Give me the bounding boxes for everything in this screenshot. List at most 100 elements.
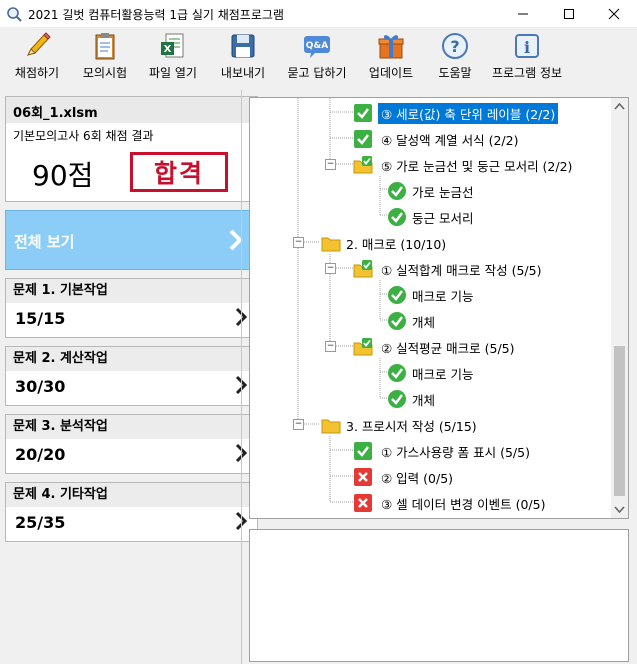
update-label: 업데이트 — [368, 66, 414, 80]
pass-stamp: 합격 — [130, 152, 228, 192]
tree-item[interactable]: ⑤ 가로 눈금선 및 둥근 모서리 (2/2) — [353, 153, 572, 177]
gift-box-icon — [378, 35, 404, 59]
program-info-button[interactable]: i 프로그램 정보 — [489, 31, 565, 83]
problem-2-score: 30/30 — [15, 377, 66, 396]
tree-item[interactable]: ① 실적합계 매크로 작성 (5/5) — [353, 257, 541, 281]
excel-file-icon: X — [161, 33, 184, 58]
scroll-up-icon[interactable] — [611, 98, 628, 115]
expander-minus[interactable]: − — [293, 237, 304, 248]
floppy-disk-icon — [231, 34, 255, 58]
program-info-label: 프로그램 정보 — [491, 66, 563, 80]
tree-item[interactable]: 2. 매크로 (10/10) — [321, 231, 446, 255]
result-card: 06회_1.xlsm 기본모의고사 6회 채점 결과 90점 합격 — [5, 96, 258, 202]
grade-label: 채점하기 — [14, 66, 60, 80]
scroll-thumb[interactable] — [614, 346, 625, 496]
info-icon: i — [515, 34, 539, 58]
tree-item[interactable]: ③ 셀 데이터 변경 이벤트 (0/5) — [353, 491, 545, 515]
scroll-down-icon[interactable] — [611, 501, 628, 518]
tree-item[interactable]: 가로 눈금선 — [387, 179, 473, 203]
update-button[interactable]: 업데이트 — [366, 31, 416, 83]
check-circle-icon — [388, 208, 406, 226]
tree-item[interactable]: 3. 프로시저 작성 (5/15) — [321, 413, 477, 437]
expander-minus[interactable]: − — [325, 159, 336, 170]
svg-text:Q&A: Q&A — [306, 41, 328, 51]
view-all-button[interactable]: 전체 보기 — [5, 210, 258, 270]
problem-2-title: 문제 2. 계산작업 — [6, 347, 257, 371]
problem-3-title: 문제 3. 분석작업 — [6, 415, 257, 439]
close-button[interactable] — [591, 0, 637, 27]
folder-icon — [321, 237, 341, 252]
close-icon — [608, 8, 620, 19]
check-circle-icon — [388, 390, 406, 408]
expander-minus[interactable]: − — [325, 341, 336, 352]
tree-scrollbar[interactable] — [611, 98, 628, 518]
problem-3-score: 20/20 — [15, 445, 66, 464]
x-box-icon — [354, 494, 372, 512]
tree-item-label: 둥근 모서리 — [412, 210, 474, 226]
tree-item[interactable]: 개체 — [387, 387, 435, 411]
expander-minus[interactable]: − — [325, 263, 336, 274]
svg-text:?: ? — [450, 37, 459, 56]
export-button[interactable]: 내보내기 — [218, 31, 268, 83]
tree-item-label: ② 입력 (0/5) — [381, 470, 454, 486]
maximize-icon — [564, 8, 574, 19]
result-description: 기본모의고사 6회 채점 결과 — [13, 129, 154, 143]
help-icon: ? — [442, 33, 468, 59]
qa-bubble-icon: Q&A — [304, 36, 330, 58]
tree-item-label: ⑤ 가로 눈금선 및 둥근 모서리 (2/2) — [381, 158, 573, 174]
tree-item[interactable]: ② 입력 (0/5) — [353, 465, 453, 489]
result-score: 90점 — [32, 159, 94, 192]
maximize-button[interactable] — [546, 0, 592, 27]
tree-item[interactable]: ② 실적평균 매크로 (5/5) — [353, 335, 515, 359]
mock-exam-button[interactable]: 모의시험 — [80, 31, 130, 83]
expander-minus[interactable]: − — [293, 419, 304, 430]
tree-item[interactable]: 둥근 모서리 — [387, 205, 473, 229]
tree-item-label: ② 실적평균 매크로 (5/5) — [381, 340, 515, 356]
folder-icon — [321, 419, 341, 434]
open-file-label: 파일 열기 — [149, 66, 197, 80]
problem-3-card[interactable]: 문제 3. 분석작업 20/20 — [5, 414, 258, 474]
tree-item-label: ① 실적합계 매크로 작성 (5/5) — [381, 262, 542, 278]
problem-2-card[interactable]: 문제 2. 계산작업 30/30 — [5, 346, 258, 406]
check-box-icon — [354, 104, 372, 122]
grade-button[interactable]: 채점하기 — [12, 31, 62, 83]
problem-4-card[interactable]: 문제 4. 기타작업 25/35 — [5, 482, 258, 542]
mock-exam-label: 모의시험 — [82, 66, 128, 80]
view-all-label: 전체 보기 — [14, 233, 75, 251]
problem-1-title: 문제 1. 기본작업 — [6, 279, 257, 303]
tree-item-label: ③ 세로(값) 축 단위 레이블 (2/2) — [378, 102, 559, 124]
minimize-button[interactable] — [500, 0, 546, 27]
tree-item-label: 매크로 기능 — [412, 288, 474, 304]
open-file-button[interactable]: X 파일 열기 — [145, 31, 201, 83]
toolbar: 채점하기 모의시험 X 파일 열기 내보내기 Q&A 묻고 답하기 업데이트 ?… — [0, 27, 637, 85]
tree-item-label: 개체 — [412, 392, 436, 408]
tree-item[interactable]: 매크로 기능 — [387, 283, 473, 307]
tree-item[interactable]: 매크로 기능 — [387, 361, 473, 385]
tree-item[interactable]: ③ 세로(값) 축 단위 레이블 (2/2) — [353, 101, 559, 125]
tree-item-label: ① 가스사용량 폼 표시 (5/5) — [381, 444, 530, 460]
svg-text:i: i — [524, 38, 530, 57]
svg-text:X: X — [164, 44, 172, 55]
help-button[interactable]: ? 도움말 — [433, 31, 477, 83]
app-magnifier-icon — [7, 7, 22, 22]
tree-item-label: ④ 달성액 계열 서식 (2/2) — [381, 132, 519, 148]
folder-check-icon — [353, 156, 373, 174]
pass-stamp-text: 합격 — [153, 159, 204, 188]
tree-item-label: 가로 눈금선 — [412, 184, 474, 200]
tree-item[interactable]: ① 가스사용량 폼 표시 (5/5) — [353, 439, 530, 463]
window-title: 2021 길벗 컴퓨터활용능력 1급 실기 채점프로그램 — [28, 8, 284, 22]
problem-1-card[interactable]: 문제 1. 기본작업 15/15 — [5, 278, 258, 338]
check-circle-icon — [388, 182, 406, 200]
tree-item-label: 개체 — [412, 314, 436, 330]
tree-item[interactable]: ④ 달성액 계열 서식 (2/2) — [353, 127, 518, 151]
title-bar: 2021 길벗 컴퓨터활용능력 1급 실기 채점프로그램 — [0, 0, 637, 27]
tree-item[interactable]: 개체 — [387, 309, 435, 333]
qa-label: 묻고 답하기 — [287, 66, 347, 80]
x-box-icon — [354, 468, 372, 486]
qa-button[interactable]: Q&A 묻고 답하기 — [283, 31, 351, 83]
splitter[interactable] — [241, 90, 242, 664]
check-box-icon — [354, 442, 372, 460]
detail-pane — [249, 529, 629, 662]
pencil-icon — [27, 32, 51, 56]
export-label: 내보내기 — [220, 66, 266, 80]
